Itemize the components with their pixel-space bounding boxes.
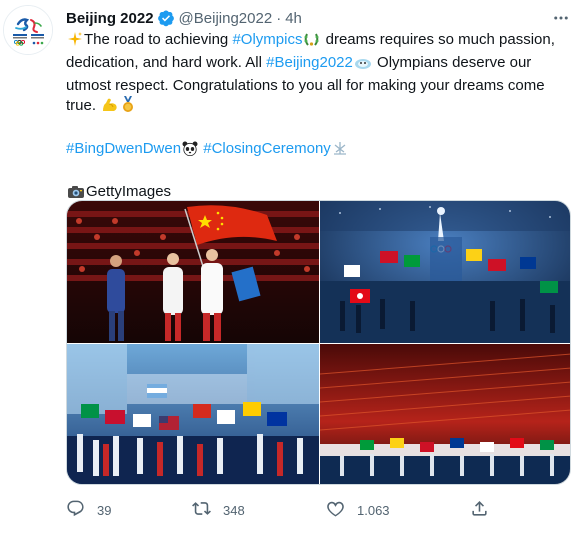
- share-button[interactable]: [470, 498, 489, 522]
- reply-icon: [66, 499, 85, 521]
- share-icon: [470, 499, 489, 521]
- more-options-icon[interactable]: [549, 6, 573, 30]
- beijing-2022-emblem-icon: [4, 6, 52, 54]
- avatar[interactable]: [3, 5, 53, 55]
- medal-icon: [121, 96, 135, 119]
- hashtag-olympics[interactable]: #Olympics: [232, 31, 302, 48]
- photo-credit: GettyImages: [86, 183, 172, 200]
- tweet-actions: 39 348 1.063: [66, 498, 496, 522]
- like-count: 1.063: [357, 502, 390, 518]
- flexed-biceps-icon: [101, 97, 119, 119]
- tweet-text: The road to achieving #Olympics dreams r…: [66, 30, 571, 205]
- retweet-count: 348: [223, 502, 245, 518]
- retweet-button[interactable]: 348: [192, 498, 245, 522]
- author-name[interactable]: Beijing 2022: [66, 10, 154, 27]
- hashtag-bingdwendwen[interactable]: #BingDwenDwen: [66, 140, 181, 157]
- photo-stadium-overview[interactable]: [320, 344, 570, 484]
- photo-athletes-parade[interactable]: [67, 344, 319, 484]
- verified-badge-icon: [157, 9, 175, 27]
- hashtag-beijing2022[interactable]: #Beijing2022: [266, 54, 353, 71]
- tweet[interactable]: Beijing 2022 @Beijing2022 · 4h The road …: [0, 0, 587, 537]
- timestamp[interactable]: 4h: [285, 10, 302, 27]
- tweet-text-part1: The road to achieving: [84, 31, 233, 48]
- retweet-icon: [192, 499, 211, 521]
- heart-icon: [326, 499, 345, 521]
- photo-flag-bearers[interactable]: [67, 201, 319, 343]
- snowflake-icon: [332, 140, 348, 162]
- panda-icon: [182, 141, 198, 162]
- photo-stadium-flags[interactable]: [320, 201, 570, 343]
- laurel-icon: [303, 31, 320, 53]
- media-grid[interactable]: [66, 200, 571, 485]
- tweet-header: Beijing 2022 @Beijing2022 · 4h: [66, 8, 302, 28]
- olympic-mascot-icon: [354, 56, 372, 76]
- author-handle[interactable]: @Beijing2022: [179, 10, 273, 27]
- like-button[interactable]: 1.063: [326, 498, 390, 522]
- separator-dot: ·: [276, 9, 282, 27]
- reply-button[interactable]: 39: [66, 498, 111, 522]
- hashtag-closingceremony[interactable]: #ClosingCeremony: [203, 140, 331, 157]
- sparkles-icon: [67, 31, 83, 53]
- reply-count: 39: [97, 502, 112, 518]
